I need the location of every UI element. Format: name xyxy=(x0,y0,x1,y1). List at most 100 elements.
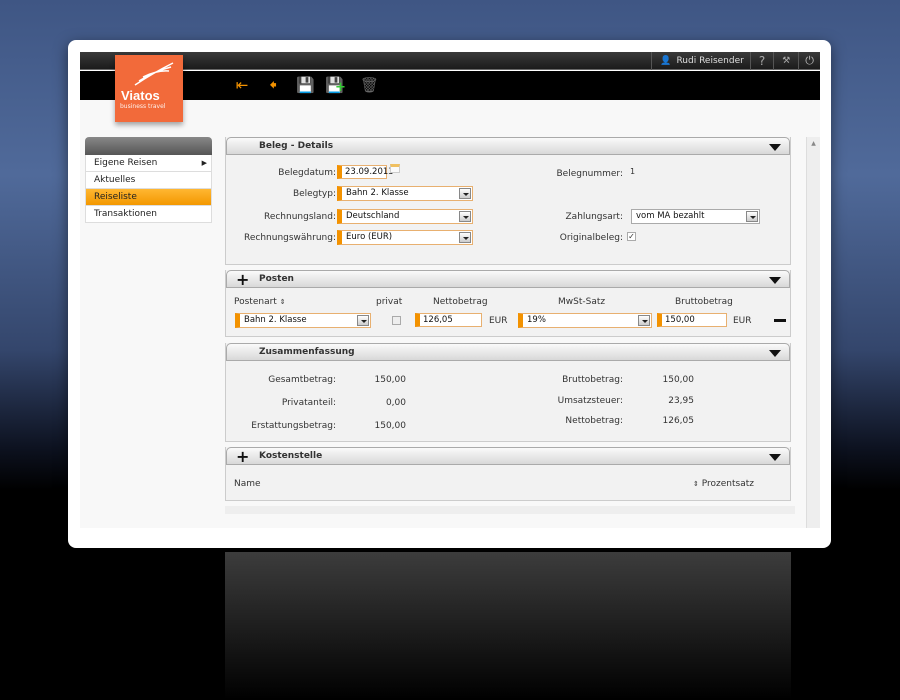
panel-footer xyxy=(225,506,795,514)
bruttobetrag-value: 150,00 xyxy=(662,375,695,385)
col-mwst-satz: MwSt-Satz xyxy=(558,297,606,307)
sidebar-item-label: Transaktionen xyxy=(94,209,157,219)
originalbeleg-checkbox[interactable]: ✓ xyxy=(627,232,636,241)
selected-value: Bahn 2. Klasse xyxy=(244,315,307,325)
logo-name: Viatos xyxy=(121,88,160,103)
nettobetrag-value: 126,05 xyxy=(662,416,695,426)
belegtyp-label: Belegtyp: xyxy=(292,189,336,199)
remove-icon[interactable] xyxy=(774,319,786,322)
brutto-currency: EUR xyxy=(733,316,752,326)
panel-zusammenfassung: Zusammenfassung Gesamtbetrag: 150,00 Pri… xyxy=(225,343,791,442)
erstattungsbetrag-value: 150,00 xyxy=(374,421,407,431)
privatanteil-label: Privatanteil: xyxy=(281,398,336,408)
chevron-down-icon xyxy=(357,315,369,326)
postenart-select[interactable]: Bahn 2. Klasse xyxy=(235,313,371,328)
mwst-select[interactable]: 19% xyxy=(518,313,652,328)
collapse-icon[interactable] xyxy=(769,144,781,151)
sort-icon: ⇕ xyxy=(279,298,286,306)
zahlungsart-select[interactable]: vom MA bezahlt xyxy=(631,209,760,224)
selected-value: 19% xyxy=(527,315,546,325)
belegtyp-select[interactable]: Bahn 2. Klasse xyxy=(337,186,473,201)
sidebar-header xyxy=(85,137,212,155)
add-icon[interactable]: + xyxy=(236,448,249,465)
help-icon[interactable]: ? xyxy=(751,54,773,68)
scrollbar[interactable]: ▲ xyxy=(806,137,820,528)
panel-title: Zusammenfassung xyxy=(259,347,355,357)
settings-wrench-icon[interactable]: ⚒ xyxy=(774,56,798,66)
nettobetrag-label: Nettobetrag: xyxy=(565,416,623,426)
collapse-icon[interactable] xyxy=(769,350,781,357)
panel-title: Kostenstelle xyxy=(259,451,323,461)
selected-value: Bahn 2. Klasse xyxy=(346,188,409,198)
viatos-logo[interactable]: Viatos business travel xyxy=(115,55,183,122)
col-nettobetrag: Nettobetrag xyxy=(433,297,488,307)
bruttobetrag-label: Bruttobetrag: xyxy=(562,375,623,385)
toolbar xyxy=(80,71,820,100)
logo-subtitle: business travel xyxy=(120,103,166,110)
erstattungsbetrag-label: Erstattungsbetrag: xyxy=(251,421,336,431)
sidebar-item-label: Reiseliste xyxy=(94,192,137,202)
power-icon[interactable]: ⏻ xyxy=(799,54,820,68)
panel-title: Beleg - Details xyxy=(259,141,334,151)
panel-header[interactable]: Zusammenfassung xyxy=(226,343,790,361)
sidebar-item-label: Eigene Reisen xyxy=(94,158,158,168)
panel-posten: + Posten Postenart ⇕ privat Nettobetrag M… xyxy=(225,270,791,337)
panel-kostenstelle: + Kostenstelle Name ⇕ Prozentsatz xyxy=(225,447,791,501)
collapse-icon[interactable] xyxy=(769,454,781,461)
chevron-down-icon xyxy=(638,315,650,326)
save-icon[interactable]: 💾 xyxy=(296,77,315,93)
umsatzsteuer-label: Umsatzsteuer: xyxy=(557,396,623,406)
column-header: Postenart xyxy=(234,297,277,307)
back-icon[interactable]: 🠸 xyxy=(264,77,282,93)
panel-header[interactable]: + Kostenstelle xyxy=(226,447,790,465)
delete-icon[interactable]: 🗑 xyxy=(360,77,379,93)
user-menu: 👤 Rudi Reisender ? ⚒ ⏻ xyxy=(651,52,820,70)
collapse-icon[interactable] xyxy=(769,277,781,284)
belegdatum-label: Belegdatum: xyxy=(278,168,336,178)
zahlungsart-label: Zahlungsart: xyxy=(565,212,623,222)
sidebar-item-aktuelles[interactable]: Aktuelles xyxy=(85,172,212,189)
originalbeleg-label: Originalbeleg: xyxy=(559,233,623,243)
privatanteil-value: 0,00 xyxy=(385,398,406,408)
nettobetrag-field[interactable]: 126,05 xyxy=(415,313,482,327)
calendar-icon[interactable] xyxy=(390,164,400,173)
sidebar-item-eigene-reisen[interactable]: Eigene Reisen ▶ xyxy=(85,155,212,172)
col-bruttobetrag: Bruttobetrag xyxy=(675,297,733,307)
chevron-down-icon xyxy=(459,211,471,222)
sort-icon: ⇕ xyxy=(693,480,699,488)
sidebar-item-transaktionen[interactable]: Transaktionen xyxy=(85,206,212,223)
gesamtbetrag-label: Gesamtbetrag: xyxy=(268,375,336,385)
sidebar: Eigene Reisen ▶ Aktuelles Reiseliste Tran… xyxy=(85,137,212,223)
selected-value: Deutschland xyxy=(346,211,400,221)
selected-value: vom MA bezahlt xyxy=(636,211,705,221)
chevron-down-icon xyxy=(746,211,758,222)
chevron-right-icon: ▶ xyxy=(201,159,207,167)
chevron-down-icon xyxy=(459,232,471,243)
belegdatum-field[interactable]: 23.09.2013 xyxy=(337,165,394,179)
bruttobetrag-field[interactable]: 150,00 xyxy=(657,313,727,327)
panel-header[interactable]: + Posten xyxy=(226,270,790,288)
rechnungswaehrung-select[interactable]: Euro (EUR) xyxy=(337,230,473,245)
gesamtbetrag-value: 150,00 xyxy=(374,375,407,385)
first-icon[interactable]: ⇤ xyxy=(233,77,251,93)
sidebar-item-label: Aktuelles xyxy=(94,175,136,185)
user-icon: 👤 xyxy=(660,56,672,66)
save-new-icon[interactable]: 💾 + xyxy=(325,77,346,95)
netto-currency: EUR xyxy=(489,316,508,326)
sidebar-item-reiseliste[interactable]: Reiseliste xyxy=(85,189,212,206)
chevron-down-icon xyxy=(459,188,471,199)
col-prozentsatz[interactable]: ⇕ Prozentsatz xyxy=(693,479,754,489)
panel-beleg-details: Beleg - Details Belegdatum: 23.09.2013 B… xyxy=(225,137,791,265)
top-bar: 👤 Rudi Reisender ? ⚒ ⏻ xyxy=(80,52,820,70)
reflection xyxy=(225,552,791,700)
col-name: Name xyxy=(234,479,261,489)
user-name[interactable]: Rudi Reisender xyxy=(676,56,749,66)
umsatzsteuer-value: 23,95 xyxy=(668,396,694,406)
privat-checkbox[interactable] xyxy=(392,316,401,325)
col-postenart[interactable]: Postenart ⇕ xyxy=(234,297,286,307)
panel-header[interactable]: Beleg - Details xyxy=(226,137,790,155)
column-header: Prozentsatz xyxy=(701,479,754,489)
panel-title: Posten xyxy=(259,274,294,284)
rechnungsland-select[interactable]: Deutschland xyxy=(337,209,473,224)
add-icon[interactable]: + xyxy=(236,271,249,288)
